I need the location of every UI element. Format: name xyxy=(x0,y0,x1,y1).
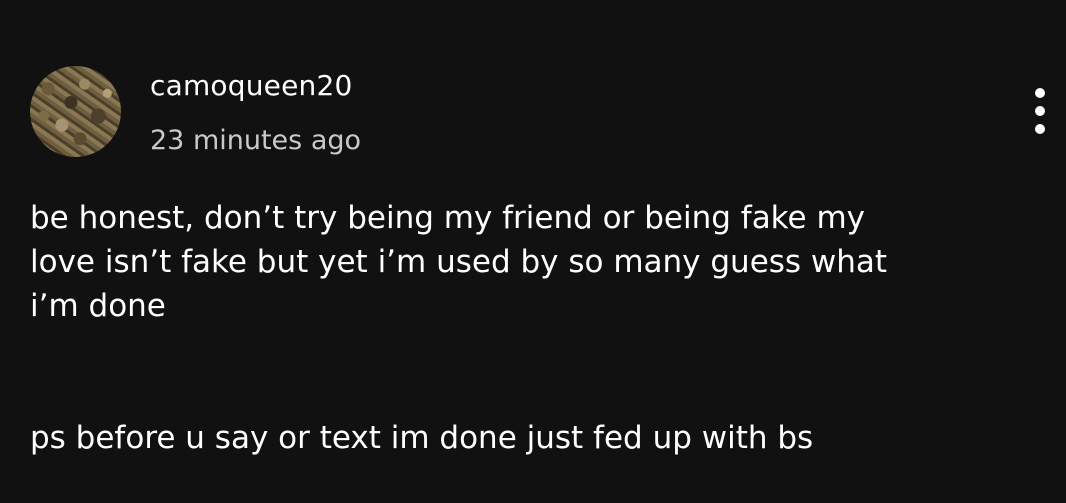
post-body-line: i’m done xyxy=(30,288,166,324)
user-avatar[interactable] xyxy=(30,66,121,157)
post-body-line: ps before u say or text im done just fed… xyxy=(30,420,814,456)
post-card: camoqueen20 23 minutes ago be honest, do… xyxy=(0,0,1066,503)
more-vertical-icon-dot-1 xyxy=(1035,88,1045,98)
more-vertical-icon-dot-3 xyxy=(1035,124,1045,134)
username[interactable]: camoqueen20 xyxy=(150,68,353,104)
post-timestamp: 23 minutes ago xyxy=(150,125,362,156)
post-body-line: love isn’t fake but yet i’m used by so m… xyxy=(30,244,888,280)
post-body-line: be honest, don’t try being my friend or … xyxy=(30,200,866,236)
post-body: be honest, don’t try being my friend or … xyxy=(30,196,1050,460)
more-vertical-icon-dot-2 xyxy=(1035,106,1045,116)
more-options-button[interactable] xyxy=(1026,88,1054,134)
